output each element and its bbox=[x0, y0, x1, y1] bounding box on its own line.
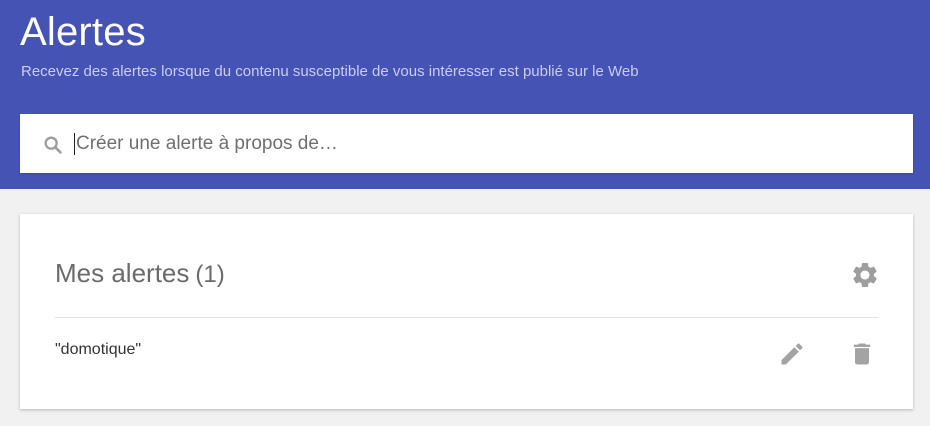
trash-icon bbox=[848, 343, 876, 372]
search-input[interactable] bbox=[76, 126, 896, 162]
alerts-count: (1) bbox=[195, 261, 225, 288]
alerts-card-title: Mes alertes (1) bbox=[55, 256, 225, 292]
page-subtitle: Recevez des alertes lorsque du contenu s… bbox=[21, 63, 639, 80]
alert-list-item[interactable]: "domotique" bbox=[55, 336, 879, 372]
alerts-title-label: Mes alertes bbox=[55, 258, 190, 288]
alerts-settings-button[interactable] bbox=[850, 260, 880, 290]
edit-alert-button[interactable] bbox=[778, 340, 806, 368]
page-title: Alertes bbox=[20, 10, 146, 54]
card-divider bbox=[55, 317, 879, 318]
gear-icon bbox=[850, 263, 880, 294]
alerts-card: Mes alertes (1) "domotique" bbox=[20, 214, 913, 409]
search-icon bbox=[42, 134, 64, 156]
text-caret bbox=[74, 133, 75, 155]
alert-query-label[interactable]: "domotique" bbox=[55, 340, 141, 360]
pencil-icon bbox=[778, 343, 806, 372]
search-box[interactable] bbox=[20, 114, 913, 173]
header-bar: Alertes Recevez des alertes lorsque du c… bbox=[0, 0, 930, 189]
delete-alert-button[interactable] bbox=[848, 340, 876, 368]
